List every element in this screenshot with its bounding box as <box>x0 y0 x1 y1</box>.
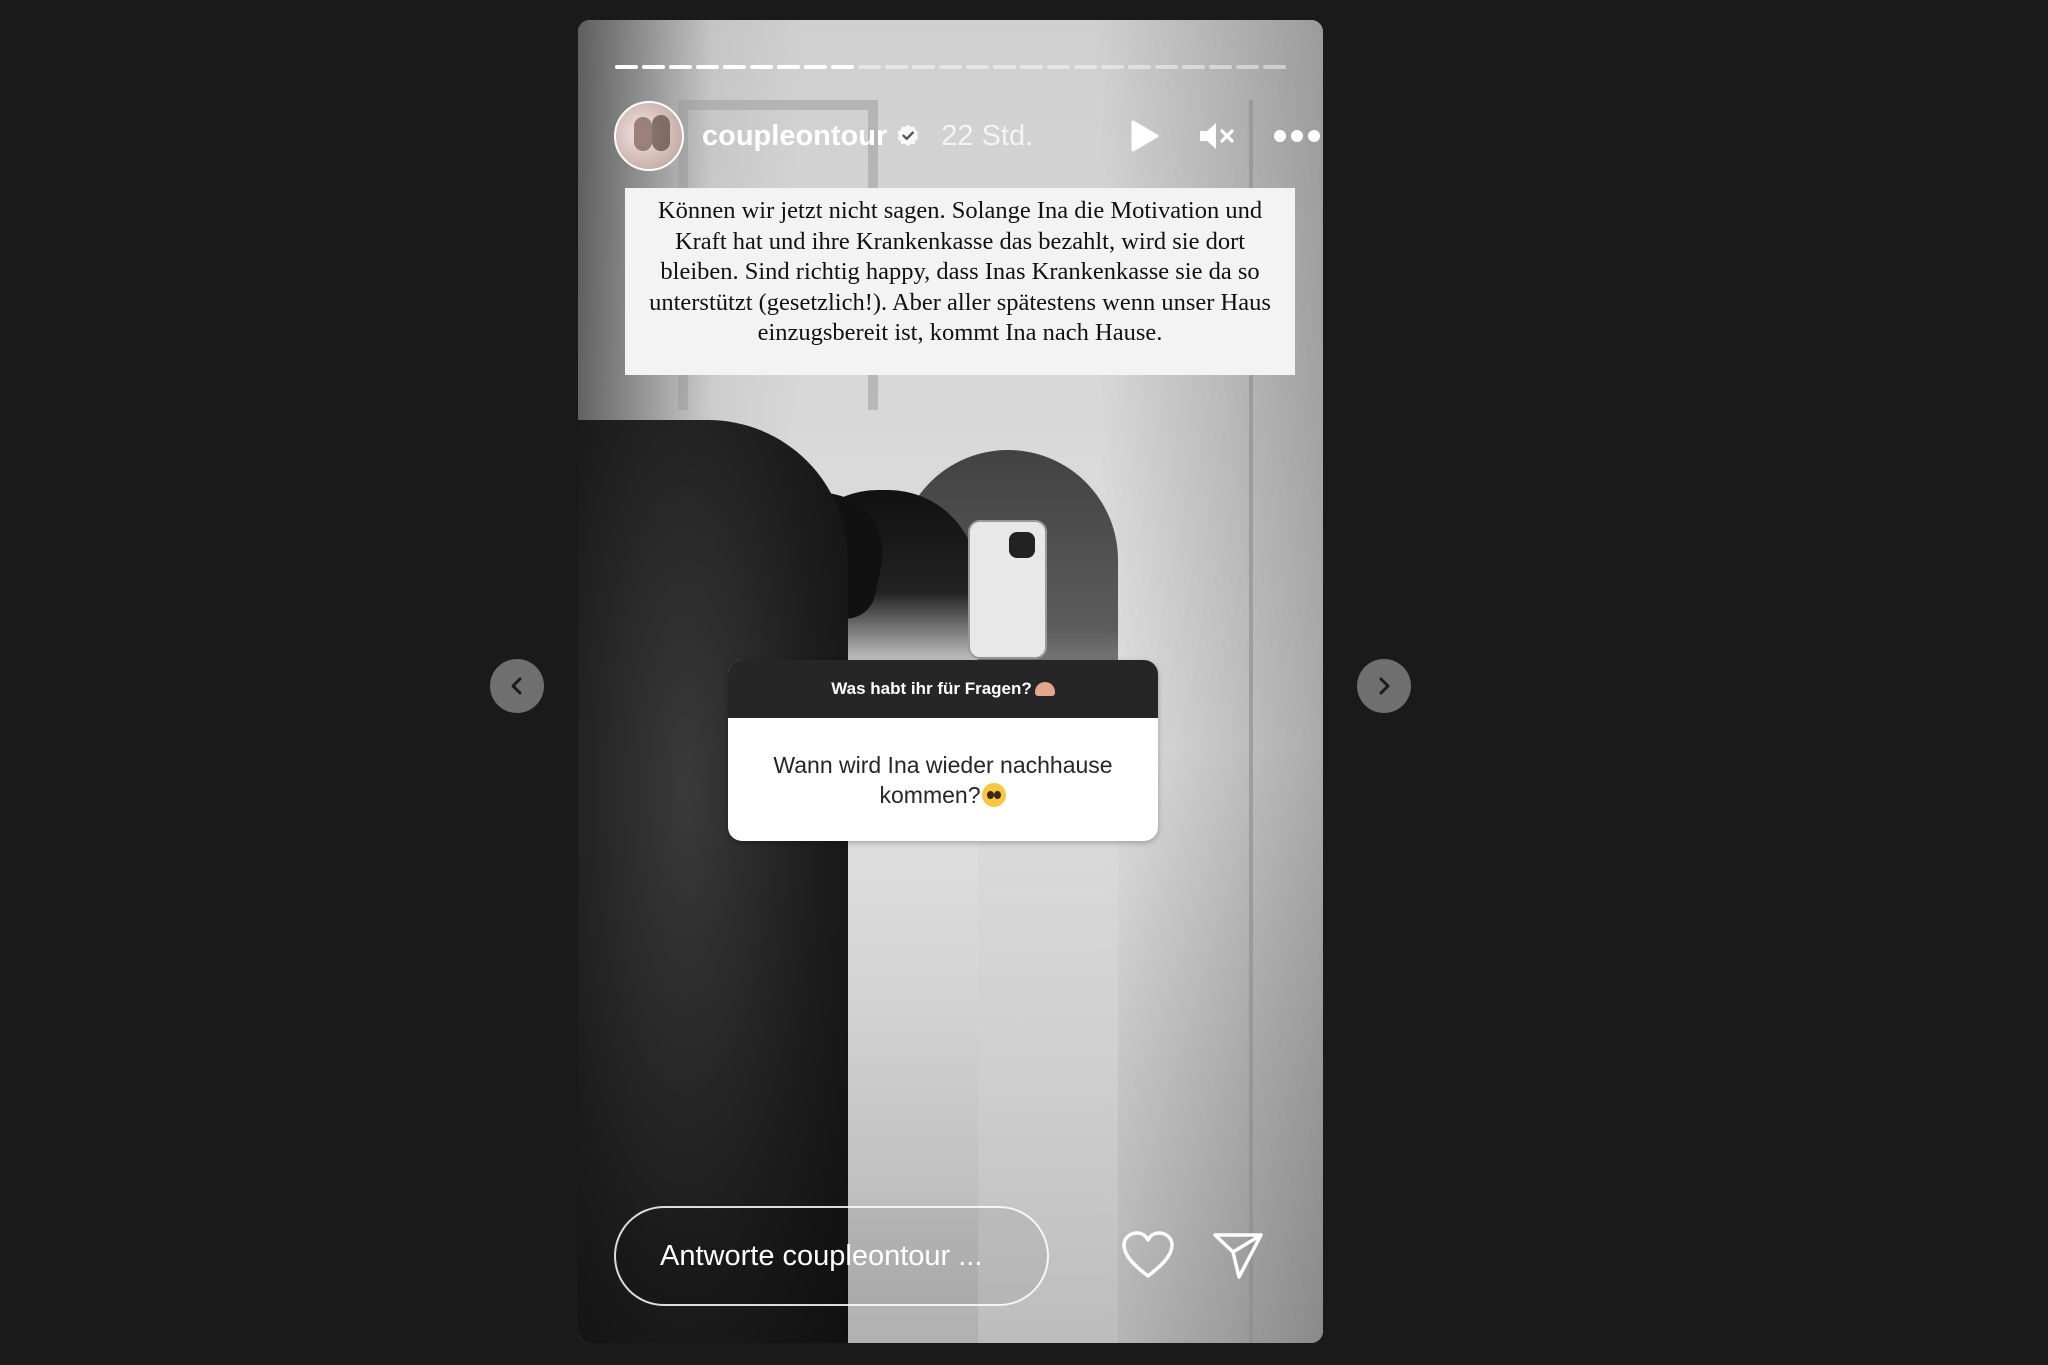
pleading-face-emoji-icon <box>982 782 1007 807</box>
play-button[interactable] <box>1116 108 1172 164</box>
progress-segment <box>723 65 746 69</box>
question-sticker[interactable]: Was habt ihr für Fragen? Wann wird Ina w… <box>728 660 1158 841</box>
progress-segment <box>750 65 773 69</box>
progress-segment <box>993 65 1016 69</box>
question-prompt: Was habt ihr für Fragen? <box>831 679 1032 698</box>
story-card[interactable]: coupleontour 22 Std. Können wir jetzt ni… <box>578 20 1323 1343</box>
progress-segment <box>1128 65 1151 69</box>
coat-foreground <box>578 420 848 1343</box>
verified-badge-icon <box>897 124 919 147</box>
send-paper-plane-icon <box>1213 1233 1263 1279</box>
progress-segment <box>1047 65 1070 69</box>
progress-segment <box>831 65 854 69</box>
chevron-left-icon <box>511 677 522 695</box>
heart-hands-emoji-icon <box>1034 682 1055 696</box>
question-sticker-header: Was habt ihr für Fragen? <box>728 660 1158 718</box>
progress-segment <box>615 65 638 69</box>
more-options-button[interactable] <box>1269 108 1323 164</box>
avatar[interactable] <box>614 101 684 171</box>
progress-segment <box>939 65 962 69</box>
next-story-button[interactable] <box>1357 659 1411 713</box>
progress-segment <box>1020 65 1043 69</box>
progress-segment <box>1263 65 1286 69</box>
question-sticker-body: Wann wird Ina wieder nachhause kommen? <box>728 718 1158 841</box>
progress-segment <box>858 65 881 69</box>
reply-placeholder: Antworte coupleontour ... <box>660 1239 983 1272</box>
progress-segment <box>669 65 692 69</box>
story-header: coupleontour 22 Std. <box>614 98 1320 174</box>
story-viewer: coupleontour 22 Std. Können wir jetzt ni… <box>0 0 2048 1365</box>
progress-segment <box>642 65 665 69</box>
username[interactable]: coupleontour <box>702 120 887 153</box>
post-time: 22 Std. <box>941 119 1034 152</box>
progress-segment <box>1209 65 1232 69</box>
progress-segment <box>1101 65 1124 69</box>
progress-segment <box>912 65 935 69</box>
answer-text-box: Können wir jetzt nicht sagen. Solange In… <box>625 188 1295 375</box>
progress-segment <box>804 65 827 69</box>
more-dots-icon <box>1274 130 1320 142</box>
progress-segment <box>777 65 800 69</box>
phone <box>968 520 1047 659</box>
send-button[interactable] <box>1208 1226 1268 1286</box>
progress-segment <box>1155 65 1178 69</box>
progress-segment <box>966 65 989 69</box>
progress-segment <box>885 65 908 69</box>
heart-icon <box>1122 1231 1174 1278</box>
progress-segment <box>1236 65 1259 69</box>
progress-segment <box>696 65 719 69</box>
progress-segment <box>1182 65 1205 69</box>
play-icon <box>1131 120 1159 152</box>
mute-button[interactable] <box>1189 108 1245 164</box>
previous-story-button[interactable] <box>490 659 544 713</box>
story-progress-bar <box>615 65 1286 69</box>
like-button[interactable] <box>1118 1226 1178 1286</box>
question-text: Wann wird Ina wieder nachhause kommen? <box>773 751 1113 808</box>
reply-input[interactable]: Antworte coupleontour ... <box>614 1206 1049 1306</box>
chevron-right-icon <box>1379 677 1390 695</box>
progress-segment <box>1074 65 1097 69</box>
muted-speaker-icon <box>1200 123 1234 149</box>
